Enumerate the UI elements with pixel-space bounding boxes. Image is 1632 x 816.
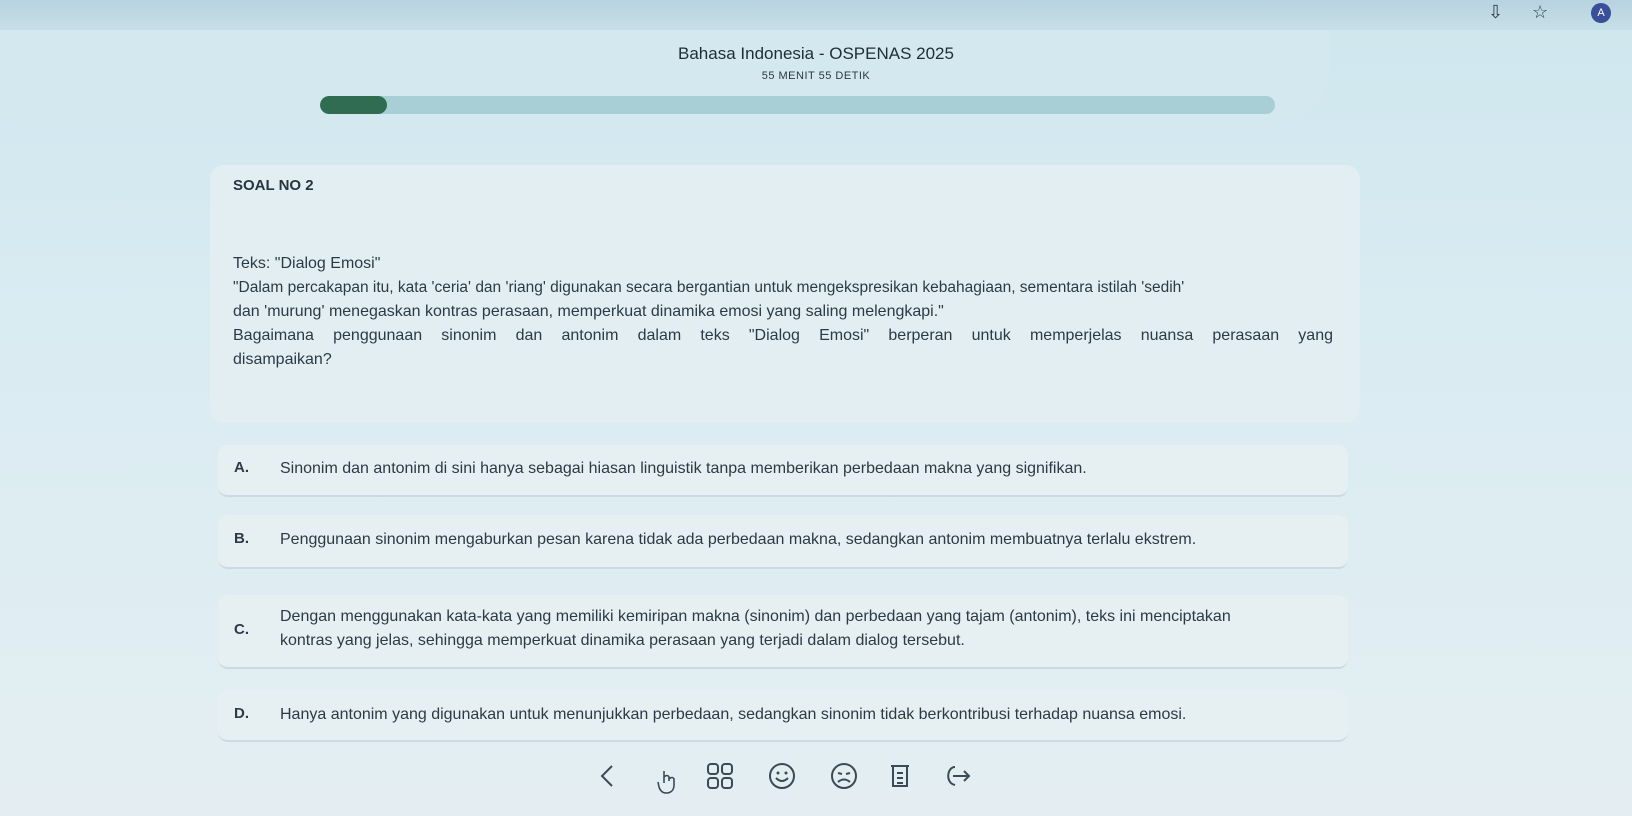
question-line: "Dalam percakapan itu, kata 'ceria' dan … xyxy=(233,279,1185,296)
progress-bar xyxy=(320,96,1275,114)
option-text: Penggunaan sinonim mengaburkan pesan kar… xyxy=(280,531,1197,548)
exam-timer: 55 MENIT 55 DETIK xyxy=(761,70,871,82)
happy-icon[interactable] xyxy=(764,758,800,794)
option-a[interactable]: A. Sinonim dan antonim di sini hanya seb… xyxy=(218,445,1348,497)
option-b[interactable]: B. Penggunaan sinonim mengaburkan pesan … xyxy=(218,515,1348,569)
question-line: disampaikan? xyxy=(233,351,332,368)
star-icon[interactable]: ☆ xyxy=(1532,2,1548,23)
question-line: Bagaimana penggunaan sinonim dan antonim… xyxy=(233,327,1333,344)
next-icon[interactable] xyxy=(940,758,976,794)
option-text: Dengan menggunakan kata-kata yang memili… xyxy=(280,605,1340,653)
option-letter: A. xyxy=(234,459,249,476)
cursor-hand-icon xyxy=(650,764,686,800)
prev-icon[interactable] xyxy=(590,758,626,794)
bottom-toolbar xyxy=(580,758,1000,798)
option-letter: B. xyxy=(234,530,249,547)
exam-title: Bahasa Indonesia - OSPENAS 2025 xyxy=(678,44,954,63)
option-text: Hanya antonim yang digunakan untuk menun… xyxy=(280,706,1187,723)
sad-icon[interactable] xyxy=(826,758,862,794)
list-icon[interactable] xyxy=(882,758,918,794)
option-letter: D. xyxy=(234,705,249,722)
option-c[interactable]: C. Dengan menggunakan kata-kata yang mem… xyxy=(218,595,1348,669)
question-text: Teks: "Dialog Emosi" "Dalam percakapan i… xyxy=(233,252,1333,372)
option-d[interactable]: D. Hanya antonim yang digunakan untuk me… xyxy=(218,690,1348,742)
progress-fill xyxy=(320,96,387,114)
option-text-line: Dengan menggunakan kata-kata yang memili… xyxy=(280,608,1231,625)
option-text: Sinonim dan antonim di sini hanya sebaga… xyxy=(280,460,1087,477)
option-letter: C. xyxy=(234,621,249,638)
grid-icon[interactable] xyxy=(702,758,738,794)
install-icon[interactable]: ⇩ xyxy=(1488,2,1503,23)
question-line: Teks: "Dialog Emosi" xyxy=(233,255,381,272)
browser-topbar: ⇩ ☆ A xyxy=(0,0,1632,30)
question-number: SOAL NO 2 xyxy=(233,177,314,194)
option-text-line: kontras yang jelas, sehingga memperkuat … xyxy=(280,632,965,649)
avatar[interactable]: A xyxy=(1591,3,1611,23)
question-line: dan 'murung' menegaskan kontras perasaan… xyxy=(233,303,944,320)
